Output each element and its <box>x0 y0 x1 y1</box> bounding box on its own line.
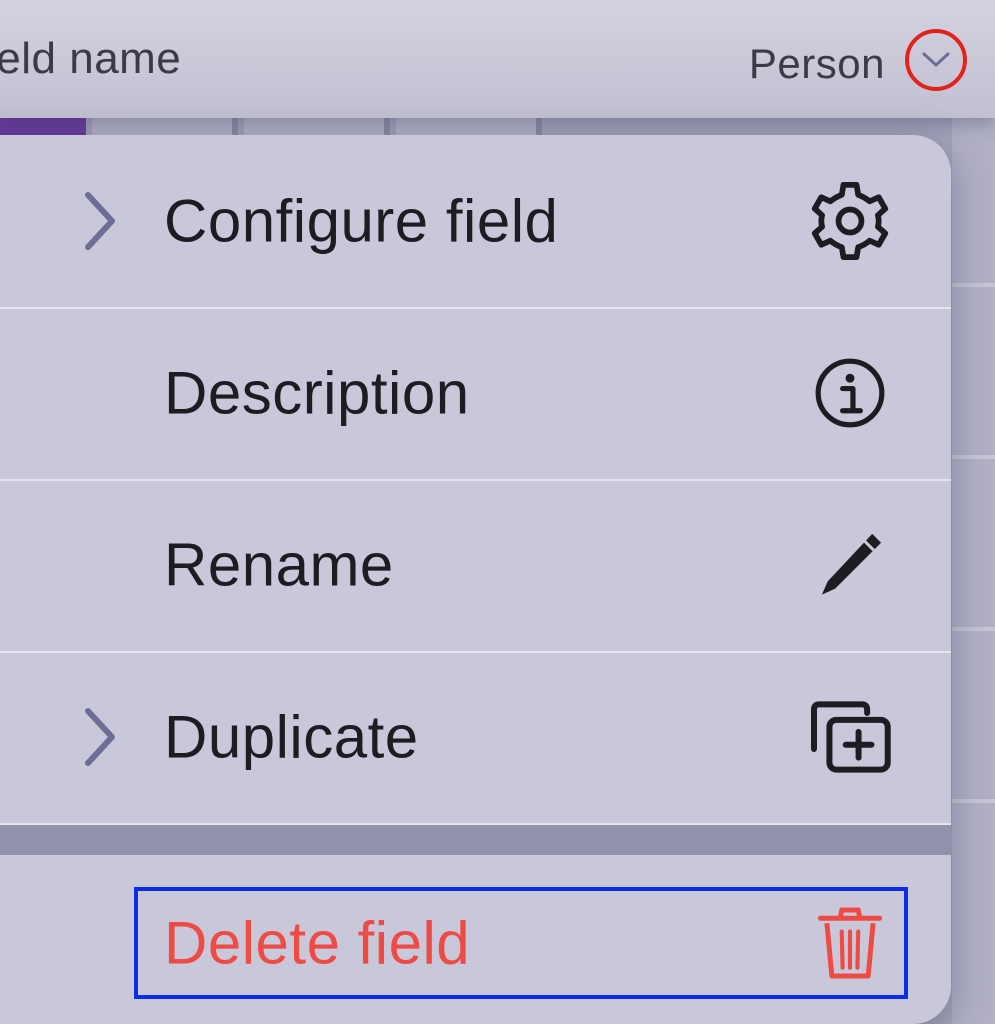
menu-item-duplicate[interactable]: Duplicate <box>0 651 951 825</box>
table-row-divider <box>952 283 995 287</box>
menu-item-label: Configure field <box>164 187 559 255</box>
table-row-divider <box>952 455 995 459</box>
menu-item-label: Rename <box>164 531 394 599</box>
menu-item-label: Delete field <box>164 909 471 977</box>
pencil-icon <box>805 520 895 610</box>
info-icon <box>805 348 895 438</box>
field-type-label: Person <box>748 40 885 87</box>
duplicate-icon <box>805 692 895 782</box>
menu-item-configure-field[interactable]: Configure field <box>0 135 951 309</box>
menu-item-description[interactable]: Description <box>0 307 951 481</box>
trash-icon <box>805 898 895 988</box>
chevron-right-icon <box>85 708 115 766</box>
table-row-divider <box>952 799 995 803</box>
field-options-button[interactable] <box>905 29 967 91</box>
chevron-right-icon <box>85 192 115 250</box>
table-row-divider <box>952 627 995 631</box>
chevron-down-icon <box>922 52 950 67</box>
menu-item-delete-field[interactable]: Delete field <box>0 855 951 1024</box>
menu-item-label: Description <box>164 359 470 427</box>
field-header: ield name Person <box>0 0 995 118</box>
gear-icon <box>805 176 895 266</box>
field-name-label: ield name <box>0 34 182 83</box>
field-context-menu: Configure field Description Rename Dupli… <box>0 135 951 1024</box>
menu-item-rename[interactable]: Rename <box>0 479 951 653</box>
menu-separator <box>0 825 951 855</box>
table-column <box>952 118 995 1024</box>
menu-item-label: Duplicate <box>164 703 419 771</box>
